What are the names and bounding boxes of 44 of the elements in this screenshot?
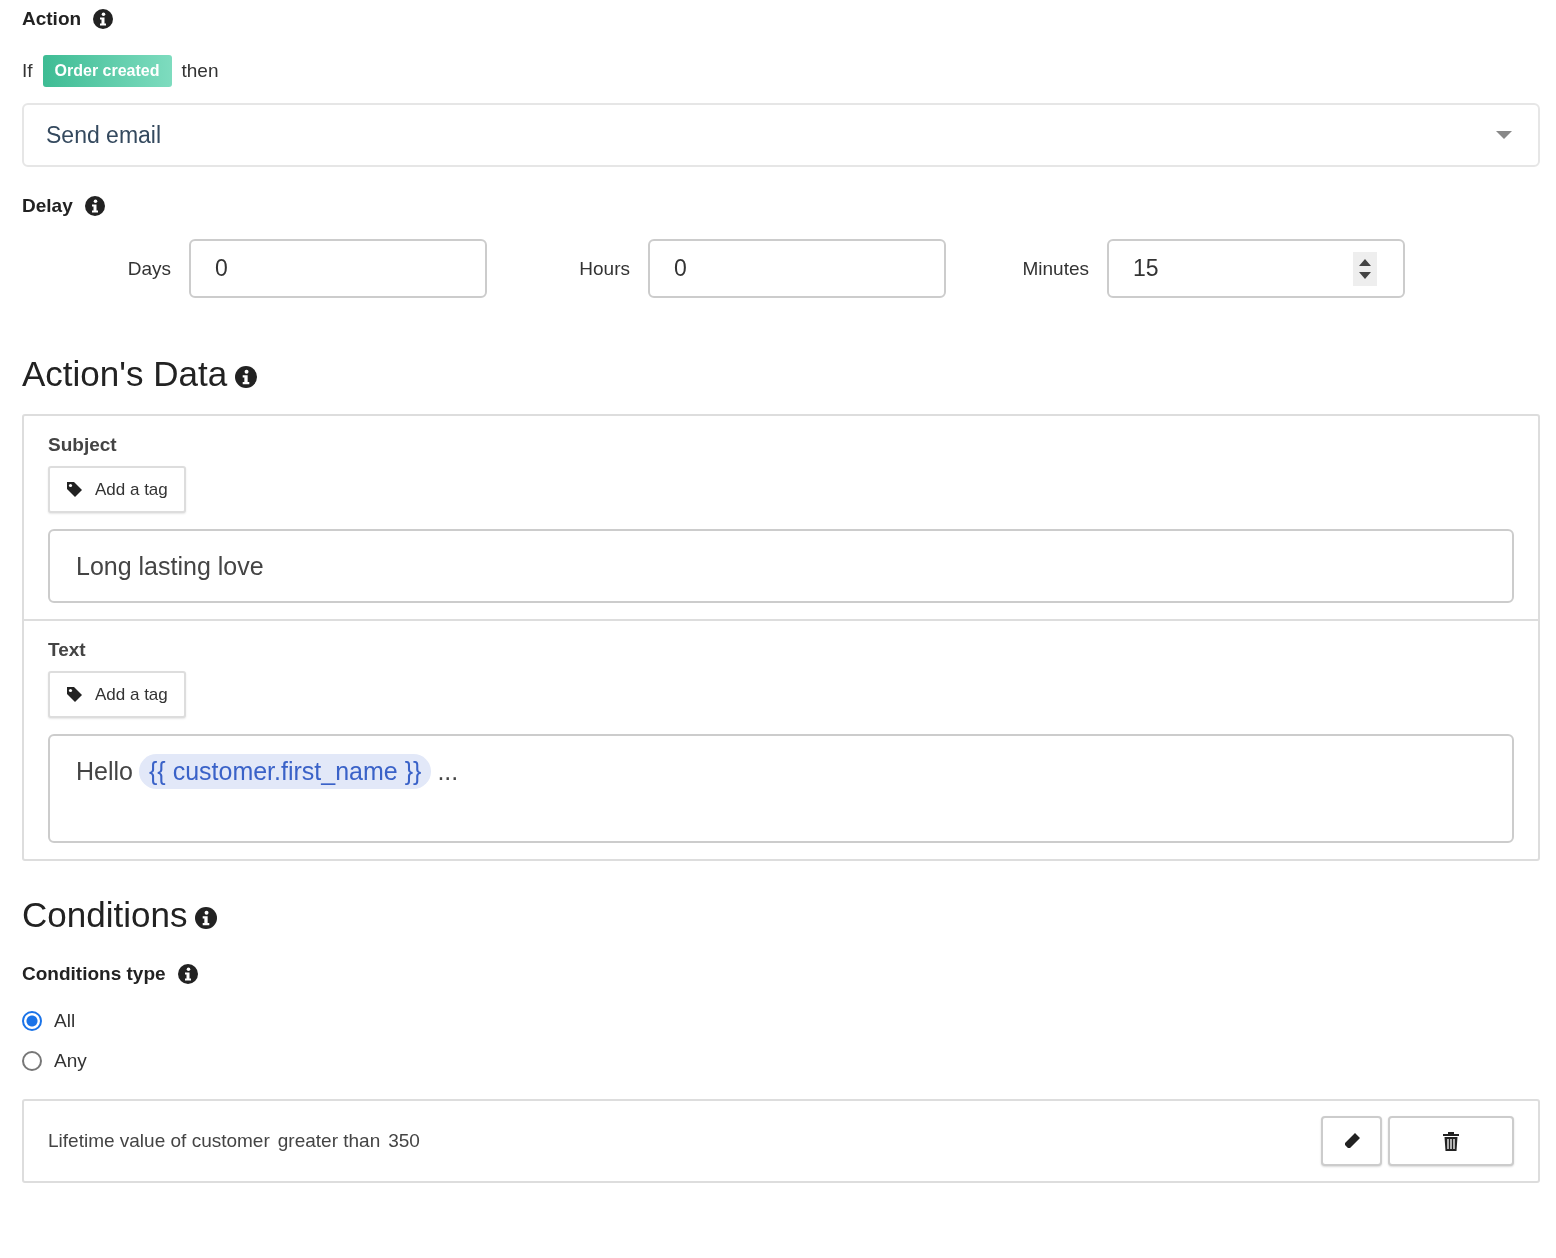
number-input[interactable]: 15 [1107, 239, 1405, 298]
field-label: Minutes [1022, 257, 1089, 280]
radio-label: All [54, 1010, 76, 1032]
then-text: then [181, 60, 219, 82]
field-label: Hours [579, 257, 630, 280]
field-label: Action [22, 8, 82, 30]
delete-button[interactable] [1388, 1116, 1514, 1166]
field-label: Delay [22, 195, 73, 217]
trash-icon [1443, 1131, 1459, 1151]
add-tag-button[interactable]: Add a tag [48, 466, 186, 513]
section-heading: Action's Data [22, 354, 228, 394]
info-icon [93, 9, 114, 29]
pencil-icon [1342, 1132, 1361, 1150]
condition-text: 350 [388, 1130, 420, 1152]
editor-text: Hello [76, 757, 133, 786]
condition-text: greater than [277, 1130, 381, 1152]
field-label: Conditions type [22, 963, 166, 985]
field-label: Text [48, 639, 87, 661]
section-heading: Conditions [22, 895, 188, 935]
text-editor[interactable]: Hello {{ customer.first_name }} ... [48, 734, 1514, 843]
condition-text: Lifetime value of customer [48, 1130, 270, 1152]
number-input[interactable]: 0 [189, 239, 487, 298]
spinner-arrows-icon [1353, 251, 1377, 286]
info-icon [84, 196, 105, 216]
radio-button[interactable] [22, 1011, 42, 1031]
if-text: If [22, 60, 33, 82]
info-icon [195, 907, 218, 929]
info-icon [235, 366, 258, 388]
action-select[interactable]: Send email [22, 103, 1540, 167]
radio-label: Any [54, 1050, 87, 1072]
add-tag-button[interactable]: Add a tag [48, 671, 186, 718]
radio-button[interactable] [22, 1051, 42, 1071]
number-input[interactable]: 0 [648, 239, 946, 298]
trigger-badge: Order created [42, 55, 172, 87]
tag-icon [66, 686, 83, 703]
editor-text: ... [437, 757, 459, 786]
field-label: Subject [48, 434, 118, 456]
variable-chip: {{ customer.first_name }} [139, 754, 432, 789]
tag-icon [66, 481, 83, 498]
caret-icon [1496, 131, 1512, 139]
subject-input[interactable]: Long lasting love [48, 529, 1514, 603]
info-icon [177, 964, 198, 984]
edit-button[interactable] [1321, 1116, 1382, 1166]
field-label: Days [127, 257, 171, 280]
